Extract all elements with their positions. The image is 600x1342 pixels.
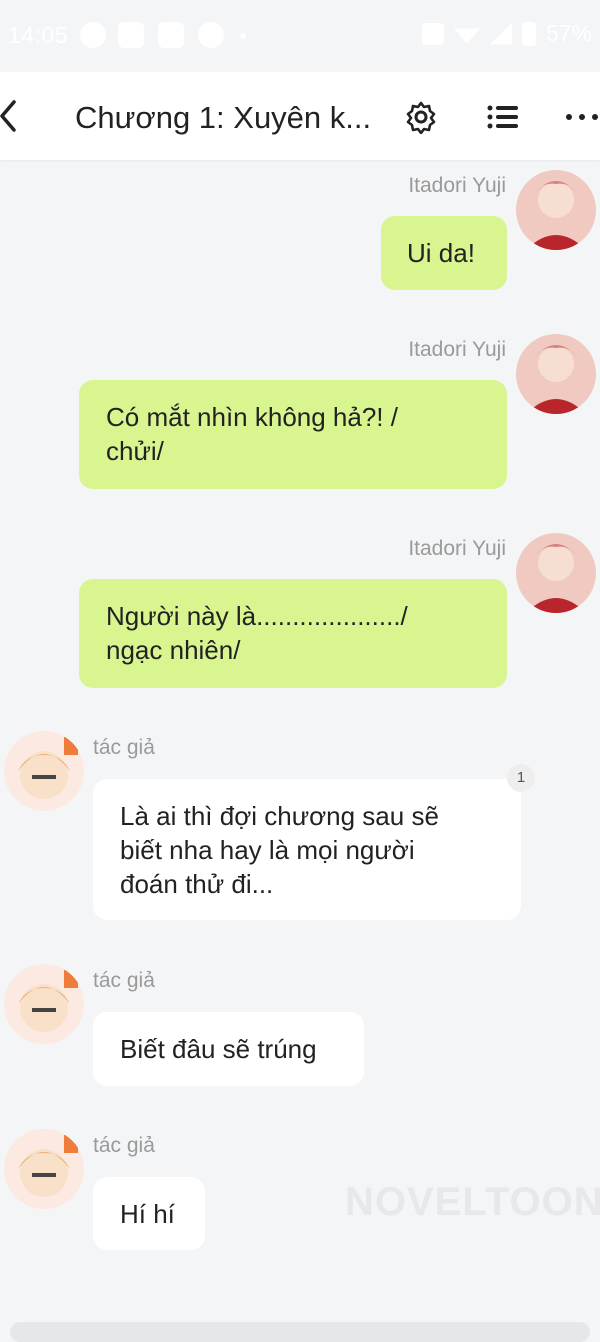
settings-icon: [406, 101, 436, 135]
settings-button[interactable]: [404, 100, 438, 135]
h-icon: [158, 22, 184, 48]
watermark-logo: NOVELTOON: [345, 1180, 600, 1224]
more-icon: [566, 114, 598, 120]
message-text: Có mắt nhìn không hả?! / chửi/: [106, 402, 398, 466]
message-bubble[interactable]: Có mắt nhìn không hả?! / chửi/: [79, 380, 507, 489]
comment-count-badge[interactable]: 1: [507, 764, 535, 792]
message-bubble[interactable]: Hí hí: [93, 1177, 205, 1250]
messenger-icon: [80, 22, 106, 48]
avatar-author[interactable]: [4, 731, 84, 811]
message-text: Ui da!: [407, 238, 475, 268]
avatar-icon: [516, 533, 596, 613]
sender-name: tác giả: [93, 969, 155, 992]
avatar-icon: [516, 334, 596, 414]
more-button[interactable]: [566, 100, 600, 134]
sync-icon: [198, 22, 224, 48]
chapter-title: Chương 1: Xuyên k...: [75, 100, 372, 135]
sender-name: Itadori Yuji: [408, 537, 506, 560]
message-bubble[interactable]: Người này là..................../ ngạc n…: [79, 579, 507, 688]
avatar-author[interactable]: [4, 1129, 84, 1209]
message-bubble[interactable]: Ui da!: [381, 216, 507, 290]
avatar-author[interactable]: [4, 964, 84, 1044]
chapter-list-button[interactable]: [486, 100, 520, 134]
message-text: Hí hí: [120, 1199, 175, 1229]
message-text: Là ai thì đợi chương sau sẽ biết nha hay…: [120, 801, 439, 899]
avatar-itadori[interactable]: [516, 170, 596, 250]
message-bubble[interactable]: Biết đâu sẽ trúng: [93, 1012, 364, 1086]
sender-name: Itadori Yuji: [408, 338, 506, 361]
vibrate-icon: [421, 22, 444, 45]
avatar-icon: [4, 964, 84, 1044]
message-text: Người này là..................../ ngạc n…: [106, 601, 408, 665]
play-icon: [118, 22, 144, 48]
bottom-bar: [10, 1322, 590, 1342]
avatar-itadori[interactable]: [516, 533, 596, 613]
sender-name: tác giả: [93, 1134, 155, 1157]
list-icon: [487, 105, 518, 129]
avatar-icon: [516, 170, 596, 250]
avatar-icon: [4, 731, 84, 811]
back-icon: [0, 100, 16, 132]
chapter-header: Chương 1: Xuyên k...: [0, 72, 600, 160]
message-text: Biết đâu sẽ trúng: [120, 1034, 317, 1064]
dot-icon: [240, 33, 246, 39]
back-button[interactable]: [0, 96, 30, 136]
wifi-icon: [453, 28, 480, 44]
status-right: 57%: [421, 20, 592, 47]
signal-icon: [489, 22, 512, 45]
sender-name: Itadori Yuji: [408, 174, 506, 197]
battery-percent: 57%: [545, 20, 592, 46]
avatar-itadori[interactable]: [516, 334, 596, 414]
sender-name: tác giả: [93, 736, 155, 759]
status-time: 14:05: [8, 22, 69, 48]
avatar-icon: [4, 1129, 84, 1209]
message-bubble[interactable]: Là ai thì đợi chương sau sẽ biết nha hay…: [93, 779, 521, 920]
status-bar: 14:05 57%: [0, 0, 600, 72]
battery-icon: [521, 21, 536, 46]
